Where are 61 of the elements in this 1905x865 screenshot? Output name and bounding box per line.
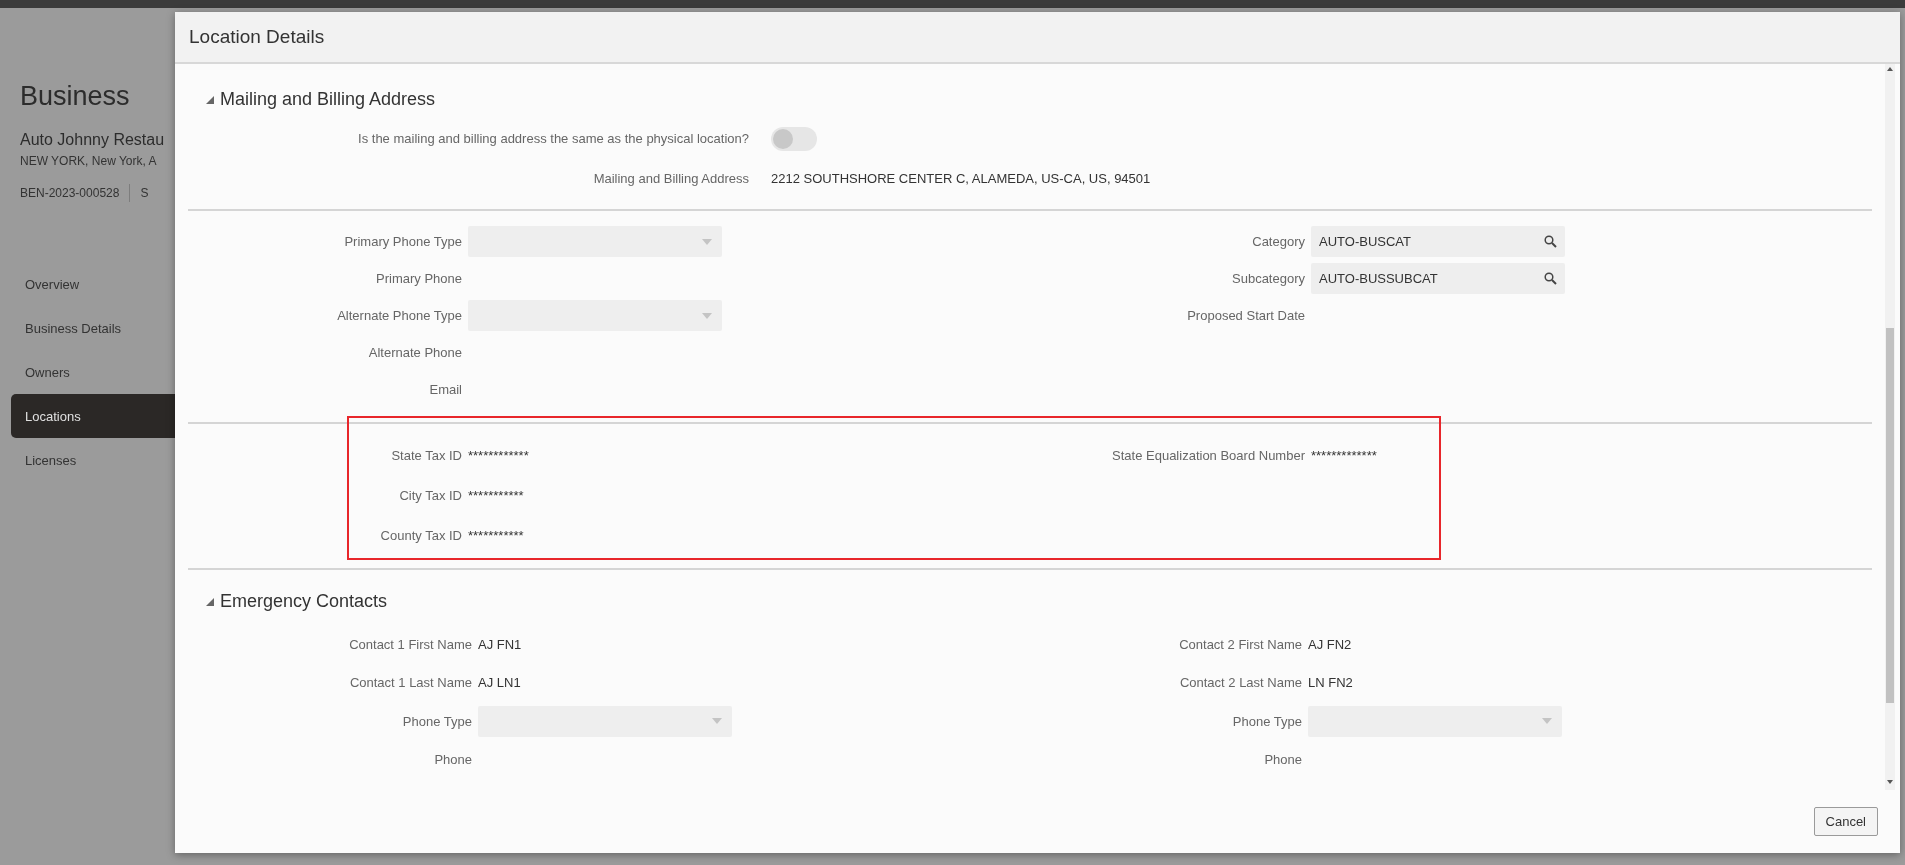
dialog-title: Location Details — [189, 24, 325, 49]
field-label: Alternate Phone — [367, 343, 462, 362]
collapse-triangle-icon[interactable] — [205, 94, 215, 105]
nav-item[interactable]: Owners — [11, 350, 175, 395]
field-label: Phone — [1263, 751, 1302, 769]
field-label: Alternate Phone Type — [336, 306, 462, 325]
caret-icon — [702, 238, 712, 245]
field-value: *********** — [468, 487, 524, 506]
field-label: Primary Phone — [375, 269, 462, 288]
field-value: *********** — [468, 527, 524, 546]
nav-item[interactable]: Licenses — [11, 438, 175, 483]
field-label: Phone — [433, 751, 472, 769]
field-label: State Equalization Board Number — [1111, 447, 1305, 466]
field-label: Contact 2 Last Name — [1178, 674, 1302, 692]
field-label: Email — [428, 380, 462, 399]
field-label: Mailing and Billing Address — [592, 170, 749, 189]
caret-icon — [702, 312, 712, 319]
nav-item[interactable]: Business Details — [11, 306, 175, 351]
dropdown-field[interactable] — [1308, 705, 1562, 737]
page-title: Business — [20, 80, 131, 113]
field-label: County Tax ID — [379, 527, 462, 546]
collapse-triangle-icon[interactable] — [205, 596, 215, 607]
field-value: 2212 SOUTHSHORE CENTER C, ALAMEDA, US-CA, US, 94501 — [771, 170, 1151, 189]
field-value: AJ FN1 — [478, 635, 522, 654]
search-icon[interactable] — [1544, 235, 1557, 248]
field-label: Proposed Start Date — [1186, 306, 1305, 325]
field-label: City Tax ID — [398, 487, 462, 506]
field-value: ************* — [1311, 447, 1377, 466]
dropdown-field[interactable] — [468, 300, 722, 331]
status-text: S — [140, 185, 149, 203]
caret-icon — [712, 718, 722, 725]
reference-number: BEN-2023-000528 — [20, 185, 120, 203]
field-label: Contact 1 Last Name — [348, 674, 472, 692]
field-label: Contact 2 First Name — [1178, 635, 1302, 654]
field-label: Primary Phone Type — [343, 232, 462, 251]
business-name: Auto Johnny Restau — [20, 130, 166, 151]
field-label: State Tax ID — [390, 447, 462, 466]
dropdown-field[interactable] — [478, 705, 732, 737]
cancel-button[interactable]: Cancel — [1813, 806, 1878, 837]
dropdown-field[interactable] — [468, 226, 722, 257]
nav-item[interactable]: Locations — [11, 394, 175, 439]
field-label: Phone Type — [401, 712, 472, 731]
business-address: NEW YORK, New York, A — [20, 153, 158, 171]
field-value: AJ FN2 — [1308, 635, 1352, 654]
caret-icon — [1542, 718, 1552, 725]
field-value: ************ — [468, 447, 529, 466]
field-value: AJ LN1 — [478, 674, 521, 692]
lookup-field[interactable]: AUTO-BUSSUBCAT — [1311, 263, 1565, 294]
toggle-switch[interactable] — [771, 127, 817, 151]
field-label: Contact 1 First Name — [348, 635, 472, 654]
section-heading: Mailing and Billing Address — [220, 88, 436, 111]
field-label: Subcategory — [1231, 269, 1305, 288]
field-label: Phone Type — [1231, 712, 1302, 731]
nav-item[interactable]: Overview — [11, 262, 175, 307]
lookup-field[interactable]: AUTO-BUSCAT — [1311, 226, 1565, 257]
field-label: Category — [1251, 232, 1305, 251]
search-icon[interactable] — [1544, 272, 1557, 285]
field-value: LN FN2 — [1308, 674, 1353, 692]
field-label: Is the mailing and billing address the same as the physical location? — [357, 130, 749, 149]
section-heading: Emergency Contacts — [220, 590, 388, 613]
scrollbar[interactable] — [1884, 64, 1896, 790]
